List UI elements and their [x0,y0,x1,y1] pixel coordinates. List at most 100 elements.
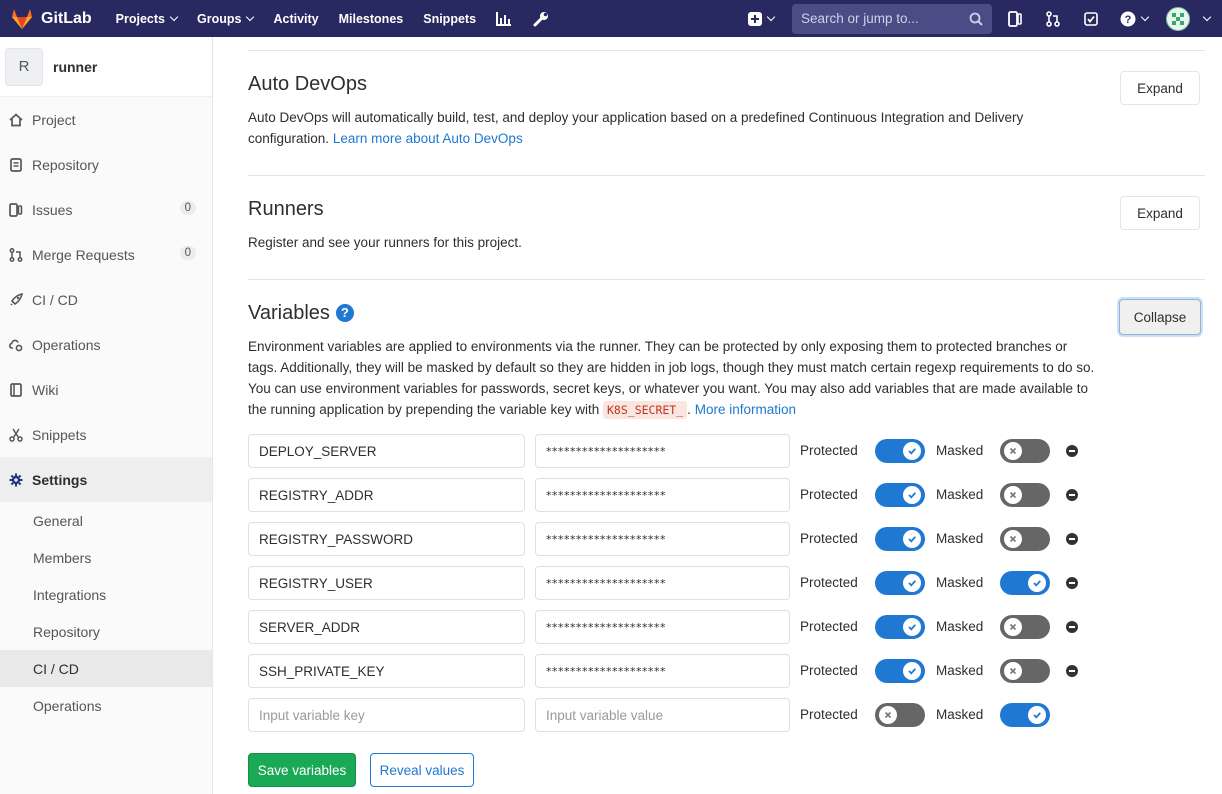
svg-text:?: ? [1125,14,1132,26]
variable-value-input[interactable]: ******************** [535,434,790,468]
protected-toggle[interactable] [875,439,925,463]
protected-toggle[interactable] [875,571,925,595]
variable-row: REGISTRY_USER ******************** Protect… [248,566,1098,600]
new-variable-row: Input variable key Input variable value Pr… [248,698,1098,732]
sidebar-item-ci-cd[interactable]: CI / CD [0,277,212,322]
book-icon [8,382,24,398]
protected-toggle[interactable] [875,659,925,683]
auto-devops-expand-button[interactable]: Expand [1120,71,1200,105]
chevron-down-icon [246,12,255,21]
masked-toggle[interactable] [1000,439,1050,463]
remove-variable-icon[interactable] [1066,445,1078,457]
chevron-down-icon[interactable] [1202,12,1212,21]
todo-icon[interactable] [1082,10,1100,28]
sidebar-item-wiki[interactable]: Wiki [0,367,212,412]
masked-toggle[interactable] [1000,703,1050,727]
variable-value-input[interactable]: Input variable value [535,698,790,732]
remove-variable-icon[interactable] [1066,621,1078,633]
variable-value-input[interactable]: ******************** [535,478,790,512]
remove-variable-icon[interactable] [1066,533,1078,545]
more-information-link[interactable]: More information [695,402,796,417]
variable-value-input[interactable]: ******************** [535,610,790,644]
variable-key-input[interactable]: Input variable key [248,698,525,732]
help-dropdown[interactable]: ? [1120,11,1150,27]
masked-toggle[interactable] [1000,483,1050,507]
protected-label: Protected [800,707,858,722]
masked-toggle[interactable] [1000,615,1050,639]
topbar-right: Search or jump to... ? [748,0,1222,37]
variable-key-input[interactable]: DEPLOY_SERVER [248,434,525,468]
merge-request-icon[interactable] [1044,10,1062,28]
search-placeholder: Search or jump to... [801,11,919,26]
variables-title-text: Variables [248,302,330,324]
masked-label: Masked [936,575,984,590]
variable-value-input[interactable]: ******************** [535,522,790,556]
variable-row: SERVER_ADDR ******************** Protected… [248,610,1098,644]
save-variables-button[interactable]: Save variables [248,753,356,787]
sidebar-item-project[interactable]: Project [0,97,212,142]
settings-sub-members[interactable]: Members [0,539,212,576]
search-input[interactable]: Search or jump to... [792,3,992,34]
variable-row: REGISTRY_ADDR ******************** Protect… [248,478,1098,512]
variable-key-input[interactable]: REGISTRY_PASSWORD [248,522,525,556]
sidebar-item-label: Merge Requests [32,246,135,263]
main-nav: Projects Groups Activity Milestones Snippets [116,12,496,26]
masked-toggle[interactable] [1000,571,1050,595]
avatar[interactable] [1166,6,1190,31]
sidebar-item-settings[interactable]: Settings [0,457,212,502]
nav-snippets[interactable]: Snippets [423,12,476,26]
variable-key-input[interactable]: SSH_PRIVATE_KEY [248,654,525,688]
settings-sub-integrations[interactable]: Integrations [0,576,212,613]
settings-sub-ci-cd[interactable]: CI / CD [0,650,212,687]
variable-key-input[interactable]: REGISTRY_ADDR [248,478,525,512]
top-navbar: GitLab Projects Groups Activity Milestones S… [0,0,1222,37]
reveal-values-button[interactable]: Reveal values [370,753,474,787]
runners-expand-button[interactable]: Expand [1120,196,1200,230]
variable-value-input[interactable]: ******************** [535,566,790,600]
issues-icon[interactable] [1006,10,1024,28]
issues-icon [8,202,24,218]
variable-value-input[interactable]: ******************** [535,654,790,688]
protected-toggle[interactable] [875,527,925,551]
masked-toggle[interactable] [1000,527,1050,551]
protected-toggle[interactable] [875,483,925,507]
nav-groups[interactable]: Groups [197,12,255,26]
nav-activity[interactable]: Activity [273,12,318,26]
new-dropdown[interactable] [748,11,776,26]
gitlab-logo[interactable]: GitLab [10,8,92,30]
masked-toggle[interactable] [1000,659,1050,683]
sidebar-item-merge-requests[interactable]: Merge Requests 0 [0,232,212,277]
auto-devops-link[interactable]: Learn more about Auto DevOps [333,131,523,146]
sidebar-item-repository[interactable]: Repository [0,142,212,187]
sidebar-item-operations[interactable]: Operations [0,322,212,367]
help-icon[interactable]: ? [335,303,354,322]
protected-toggle[interactable] [875,703,925,727]
remove-variable-icon[interactable] [1066,665,1078,677]
divider [248,279,1205,280]
wrench-icon[interactable] [533,11,549,27]
variable-key-input[interactable]: SERVER_ADDR [248,610,525,644]
close-icon [1004,618,1022,636]
count-badge: 0 [179,246,196,260]
sidebar-item-snippets[interactable]: Snippets [0,412,212,457]
chart-icon[interactable] [496,11,512,26]
protected-toggle[interactable] [875,615,925,639]
protected-label: Protected [800,443,858,458]
protected-label: Protected [800,663,858,678]
runners-description: Register and see your runners for this p… [248,235,522,250]
settings-sub-operations[interactable]: Operations [0,687,212,724]
nav-projects[interactable]: Projects [116,12,179,26]
sidebar-project-header[interactable]: R runner [0,37,212,97]
sidebar-item-label: CI / CD [32,291,78,308]
nav-milestones[interactable]: Milestones [339,12,404,26]
remove-variable-icon[interactable] [1066,577,1078,589]
settings-sub-general[interactable]: General [0,502,212,539]
variables-collapse-button[interactable]: Collapse [1119,299,1201,335]
remove-variable-icon[interactable] [1066,489,1078,501]
sidebar: R runner Project Repository Issues 0 Merge R… [0,37,213,794]
settings-sub-repository[interactable]: Repository [0,613,212,650]
variable-key-input[interactable]: REGISTRY_USER [248,566,525,600]
close-icon [1004,662,1022,680]
sidebar-item-issues[interactable]: Issues 0 [0,187,212,232]
protected-label: Protected [800,575,858,590]
